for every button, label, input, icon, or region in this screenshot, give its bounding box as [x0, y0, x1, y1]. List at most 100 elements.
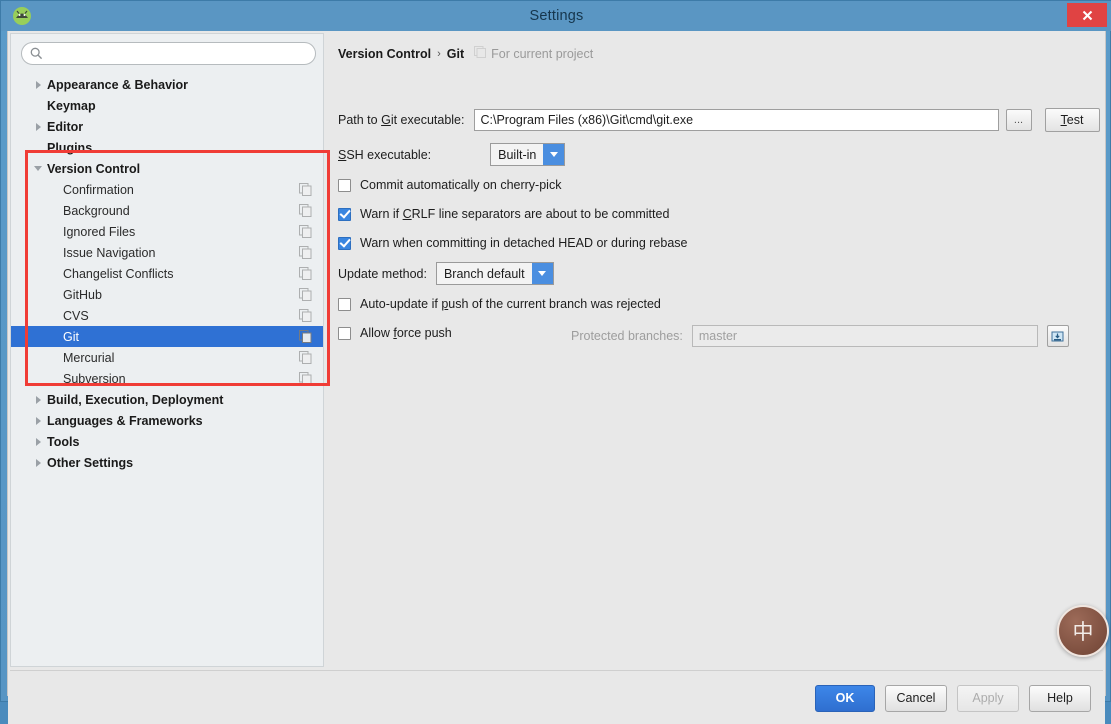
sidebar-item-changelist-conflicts[interactable]: Changelist Conflicts — [11, 263, 323, 284]
test-git-button[interactable]: Test — [1044, 108, 1100, 132]
sidebar-item-label: Appearance & Behavior — [47, 77, 189, 92]
update-method-value: Branch default — [443, 266, 525, 281]
sidebar-item-keymap[interactable]: Keymap — [11, 95, 323, 116]
sidebar-item-label: Keymap — [47, 98, 96, 113]
git-path-label-pre: Path to — [338, 113, 382, 127]
auto-update-checkbox[interactable] — [338, 297, 351, 311]
crlf-warn-checkbox-row[interactable]: Warn if CRLF line separators are about t… — [338, 207, 669, 221]
project-scope-icon — [299, 204, 312, 217]
chevron-right-icon[interactable] — [32, 457, 44, 469]
auto-update-checkbox-row[interactable]: Auto-update if push of the current branc… — [338, 297, 661, 311]
git-path-input[interactable] — [473, 109, 999, 131]
auto-update-label-pre: Auto-update if — [360, 297, 442, 311]
force-push-checkbox[interactable] — [338, 326, 351, 340]
settings-tree-panel: Appearance & Behavior Keymap Editor Plugins… — [10, 33, 324, 667]
sidebar-item-tools[interactable]: Tools — [11, 431, 323, 452]
cancel-button[interactable]: Cancel — [885, 684, 947, 712]
sidebar-item-editor[interactable]: Editor — [11, 116, 323, 137]
ime-indicator-badge[interactable]: 中 — [1057, 605, 1109, 657]
protected-branches-label: Protected branches: — [571, 329, 683, 343]
force-push-label: Allow force push — [360, 326, 452, 340]
chevron-right-icon[interactable] — [32, 79, 44, 91]
update-method-label: Update method: — [338, 266, 427, 281]
crlf-warn-label: Warn if CRLF line separators are about t… — [360, 207, 669, 221]
force-push-checkbox-row[interactable]: Allow force push — [338, 326, 452, 340]
chevron-right-icon[interactable] — [32, 394, 44, 406]
force-push-label-post: orce push — [396, 326, 452, 340]
sidebar-item-subversion[interactable]: Subversion — [11, 368, 323, 389]
detached-head-warn-checkbox[interactable] — [338, 236, 351, 250]
sidebar-item-background[interactable]: Background — [11, 200, 323, 221]
project-scope-icon — [299, 372, 312, 385]
sidebar-item-mercurial[interactable]: Mercurial — [11, 347, 323, 368]
cherry-pick-checkbox-row[interactable]: Commit automatically on cherry-pick — [338, 178, 561, 192]
ssh-label-post: SH executable: — [346, 147, 432, 162]
project-scope-icon — [474, 46, 487, 61]
ssh-executable-row: SSH executable: Built-in — [338, 143, 566, 166]
sidebar-item-label: Tools — [47, 434, 80, 449]
sidebar-item-label: Build, Execution, Deployment — [47, 392, 224, 407]
git-settings-panel: Version Control › Git For current projec… — [326, 33, 1103, 667]
sidebar-item-ignored-files[interactable]: Ignored Files — [11, 221, 323, 242]
sidebar-item-appearance-behavior[interactable]: Appearance & Behavior — [11, 74, 323, 95]
git-path-label: Path to Git executable: — [338, 113, 465, 127]
ssh-executable-select[interactable]: Built-in — [490, 143, 566, 166]
sidebar-item-plugins[interactable]: Plugins — [11, 137, 323, 158]
search-input[interactable] — [21, 42, 316, 65]
sidebar-item-version-control[interactable]: Version Control — [11, 158, 323, 179]
sidebar-item-languages-frameworks[interactable]: Languages & Frameworks — [11, 410, 323, 431]
cherry-pick-checkbox[interactable] — [338, 178, 351, 192]
sidebar-item-build-execution-deployment[interactable]: Build, Execution, Deployment — [11, 389, 323, 410]
chevron-down-icon[interactable] — [543, 144, 565, 165]
crlf-warn-checkbox[interactable] — [338, 207, 351, 221]
footer-divider — [10, 670, 1103, 671]
chevron-down-icon[interactable] — [32, 163, 44, 175]
expand-editor-icon[interactable] — [1046, 325, 1069, 347]
breadcrumb-separator: › — [437, 47, 441, 60]
git-path-row: Path to Git executable: ... Test — [338, 108, 1100, 132]
auto-update-label-post: ush of the current branch was rejected — [448, 297, 661, 311]
sidebar-item-label: Languages & Frameworks — [47, 413, 203, 428]
sidebar-item-github[interactable]: GitHub — [11, 284, 323, 305]
sidebar-item-label: Changelist Conflicts — [63, 266, 174, 281]
detached-head-warn-label: Warn when committing in detached HEAD or… — [360, 236, 688, 250]
chevron-down-icon[interactable] — [531, 263, 553, 284]
update-method-select[interactable]: Branch default — [435, 262, 554, 285]
sidebar-item-label: Git — [63, 329, 79, 344]
project-scope-icon — [299, 351, 312, 364]
sidebar-item-label: Editor — [47, 119, 84, 134]
breadcrumb-current: Git — [446, 46, 465, 61]
git-path-label-post: it executable: — [390, 113, 465, 127]
close-icon[interactable] — [1067, 3, 1107, 27]
sidebar-item-issue-navigation[interactable]: Issue Navigation — [11, 242, 323, 263]
sidebar-item-cvs[interactable]: CVS — [11, 305, 323, 326]
browse-git-path-button[interactable]: ... — [1005, 109, 1032, 131]
test-label-post: est — [1066, 113, 1084, 127]
chevron-right-icon[interactable] — [32, 436, 44, 448]
dialog-body: Appearance & Behavior Keymap Editor Plugins… — [7, 31, 1109, 724]
search-box[interactable] — [21, 42, 316, 65]
ssh-executable-value: Built-in — [498, 147, 537, 162]
protected-branches-input[interactable] — [691, 325, 1038, 347]
help-button[interactable]: Help — [1029, 684, 1091, 712]
project-scope-icon — [299, 267, 312, 280]
crlf-label-accel: C — [402, 207, 412, 221]
sidebar-item-label: CVS — [63, 308, 89, 323]
breadcrumb: Version Control › Git For current projec… — [338, 46, 593, 61]
chevron-right-icon[interactable] — [32, 121, 44, 133]
force-push-label-pre: Allow — [360, 326, 394, 340]
crlf-label-post: RLF line separators are about to be comm… — [411, 207, 670, 221]
sidebar-item-label: Plugins — [47, 140, 93, 155]
breadcrumb-root[interactable]: Version Control — [338, 47, 431, 61]
sidebar-item-label: Mercurial — [63, 350, 115, 365]
sidebar-item-label: Version Control — [47, 161, 141, 176]
android-studio-icon — [11, 5, 33, 27]
project-scope-icon — [299, 288, 312, 301]
sidebar-item-git[interactable]: Git — [11, 326, 323, 347]
sidebar-item-other-settings[interactable]: Other Settings — [11, 452, 323, 473]
detached-head-warn-checkbox-row[interactable]: Warn when committing in detached HEAD or… — [338, 236, 687, 250]
ok-button[interactable]: OK — [815, 684, 875, 712]
window-title: Settings — [529, 8, 584, 24]
chevron-right-icon[interactable] — [32, 415, 44, 427]
sidebar-item-confirmation[interactable]: Confirmation — [11, 179, 323, 200]
